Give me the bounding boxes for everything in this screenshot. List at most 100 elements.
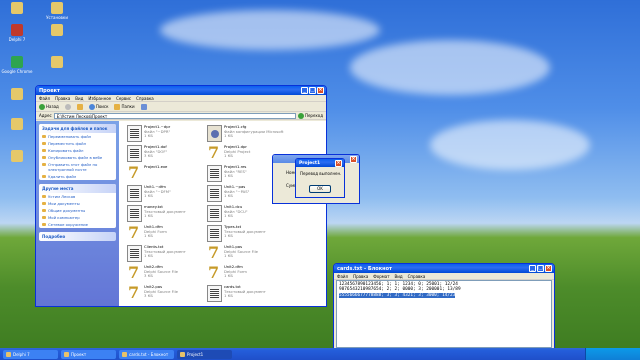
dialog-titlebar[interactable]: Project1 × — [296, 159, 344, 167]
go-button[interactable]: Переход — [297, 112, 323, 119]
text-file-icon — [207, 165, 222, 182]
desktop-icon[interactable] — [0, 2, 34, 15]
close-button[interactable]: × — [545, 265, 552, 272]
file-item[interactable]: Clients.txt Текстовый документ 1 КБ — [127, 244, 207, 265]
explorer-titlebar[interactable]: Проект _ □ × — [36, 86, 326, 95]
menu-item[interactable]: Избранное — [88, 96, 111, 101]
line-text: 9876543210987654; 2; 2; 0000; 3; 200001;… — [339, 287, 461, 293]
desktop-icon[interactable]: Google Chrome — [0, 56, 34, 74]
file-meta: Unit2.dfm Delphi Source File 3 КБ — [144, 264, 178, 285]
other-place-link[interactable]: Общие документы — [39, 207, 116, 214]
text-editor[interactable]: 1234567890123456; 1; 1; 1234; 0; 25001; … — [336, 280, 552, 348]
up-button[interactable] — [76, 103, 83, 110]
file-item[interactable]: Unit2.dfmDelphi Form1 КБ — [207, 263, 287, 285]
taskbar-button[interactable]: Delphi 7 — [3, 349, 58, 359]
file-item[interactable]: Unit1.dfmDelphi Form1 КБ — [127, 223, 207, 245]
file-size: 1 КБ — [144, 253, 153, 258]
ok-button[interactable]: OK — [309, 185, 331, 193]
menu-item[interactable]: Вид — [75, 96, 83, 101]
minimize-button[interactable]: _ — [301, 87, 308, 94]
delphi-file-icon — [207, 143, 222, 162]
address-input[interactable]: E:\Устим Лесков\Проект — [53, 112, 296, 119]
file-size: 1 КБ — [144, 213, 153, 218]
file-item[interactable]: Unit1.pasDelphi Source File1 КБ — [207, 243, 287, 265]
menu-item[interactable]: Файл — [39, 96, 50, 101]
maximize-button[interactable]: □ — [309, 87, 316, 94]
file-task-link[interactable]: Копировать файл — [39, 147, 116, 154]
menu-item[interactable]: Правка — [353, 274, 368, 279]
file-item[interactable]: Unit2.dfmDelphi Source File3 КБ — [127, 263, 207, 285]
file-task-link[interactable]: Отправить этот файл по электронной почте — [39, 161, 116, 173]
text-file-icon — [127, 145, 142, 162]
folders-icon — [114, 103, 121, 110]
file-item[interactable]: Unit1.~dfm Файл "~DFM" 1 КБ — [127, 184, 207, 205]
desktop-icon[interactable] — [40, 24, 74, 37]
file-task-link[interactable]: Переименовать файл — [39, 133, 116, 140]
menu-item[interactable]: Сервис — [116, 96, 131, 101]
file-task-link[interactable]: Удалить файл — [39, 173, 116, 180]
desktop-icon[interactable] — [0, 118, 34, 131]
file-item[interactable]: Project1.cfg Файл конфигурации Microsoft 1… — [207, 124, 287, 145]
close-button[interactable]: × — [317, 87, 324, 94]
other-places-panel: Другие места Устим Лесков Мои документы Об… — [39, 184, 116, 228]
file-size: 1 КБ — [144, 233, 153, 238]
views-button[interactable] — [140, 103, 147, 110]
folders-button[interactable]: Папки — [114, 103, 135, 110]
other-place-link[interactable]: Мои документы — [39, 200, 116, 207]
file-meta: Unit1.dfm Delphi Form 1 КБ — [144, 224, 167, 245]
notepad-titlebar[interactable]: cards.txt - Блокнот _ □ × — [334, 264, 554, 273]
menu-item[interactable]: Справка — [408, 274, 426, 279]
file-item[interactable]: Project1.exe — [127, 163, 207, 185]
minimize-button[interactable]: _ — [529, 265, 536, 272]
search-button[interactable]: Поиск — [88, 103, 108, 110]
file-meta: Project1.dof Файл "DOF" 3 КБ — [144, 144, 167, 165]
text-file-icon — [207, 185, 222, 202]
file-task-link[interactable]: Переместить файл — [39, 140, 116, 147]
desktop-icon[interactable]: Установки — [40, 2, 74, 20]
menu-item[interactable]: Справка — [136, 96, 154, 101]
desktop-icon[interactable] — [40, 56, 74, 69]
menu-item[interactable]: Файл — [337, 274, 348, 279]
taskbar-button[interactable]: Project1 — [177, 349, 232, 359]
taskbar-button[interactable]: cards.txt - Блокнот — [119, 349, 174, 359]
file-meta: Unit1.pas Delphi Source File 1 КБ — [224, 244, 258, 265]
file-item[interactable]: Project1.~dpr Файл "~DPR" 1 КБ — [127, 124, 207, 145]
up-folder-icon — [76, 103, 83, 110]
file-meta: Unit2.dfm Delphi Form 1 КБ — [224, 264, 247, 285]
file-item[interactable]: Unit2.pasDelphi Source File3 КБ — [127, 283, 207, 305]
delphi-file-icon — [127, 223, 142, 242]
forward-button[interactable] — [64, 103, 71, 110]
panel-title[interactable]: Подробно — [39, 232, 116, 241]
notepad-window[interactable]: cards.txt - Блокнот _ □ × Файл Правка Форм… — [333, 263, 555, 351]
folder-icon — [51, 24, 63, 36]
app-icon — [6, 351, 11, 357]
close-button[interactable]: × — [335, 160, 342, 167]
menu-item[interactable]: Формат — [373, 274, 389, 279]
message-dialog[interactable]: Project1 × Перевод выполнен. OK — [295, 158, 345, 198]
other-place-link[interactable]: Сетевое окружение — [39, 221, 116, 228]
file-item[interactable]: Types.txt Текстовый документ 1 КБ — [207, 224, 287, 245]
menu-bar: Файл Правка Вид Избранное Сервис Справка — [36, 95, 326, 102]
maximize-button[interactable]: □ — [537, 265, 544, 272]
file-name: Project1.exe — [144, 164, 168, 169]
file-item[interactable]: money.txt Текстовый документ 1 КБ — [127, 204, 207, 225]
panel-title[interactable]: Задачи для файлов и папок — [39, 124, 116, 133]
menu-item[interactable]: Вид — [395, 274, 403, 279]
close-button[interactable]: × — [350, 156, 357, 163]
other-place-link[interactable]: Мой компьютер — [39, 214, 116, 221]
other-place-link[interactable]: Устим Лесков — [39, 193, 116, 200]
taskbar-button[interactable]: Проект — [61, 349, 116, 359]
desktop-icon[interactable]: Delphi 7 — [0, 24, 34, 42]
file-task-link[interactable]: Опубликовать файл в вебе — [39, 154, 116, 161]
menu-item[interactable]: Правка — [55, 96, 70, 101]
panel-title[interactable]: Другие места — [39, 184, 116, 193]
file-item[interactable]: Unit1.dcu Файл "DCU" 1 КБ — [207, 204, 287, 225]
file-tasks-panel: Задачи для файлов и папок Переименовать … — [39, 124, 116, 180]
file-item[interactable]: Project1.dof Файл "DOF" 3 КБ — [127, 144, 207, 165]
back-button[interactable]: Назад — [39, 103, 59, 110]
file-item[interactable]: cards.txt Текстовый документ 1 КБ — [207, 284, 287, 305]
desktop-icon[interactable] — [0, 88, 34, 101]
desktop-icon[interactable] — [0, 150, 34, 163]
file-meta: Unit2.pas Delphi Source File 3 КБ — [144, 284, 178, 305]
cloud — [430, 120, 590, 170]
